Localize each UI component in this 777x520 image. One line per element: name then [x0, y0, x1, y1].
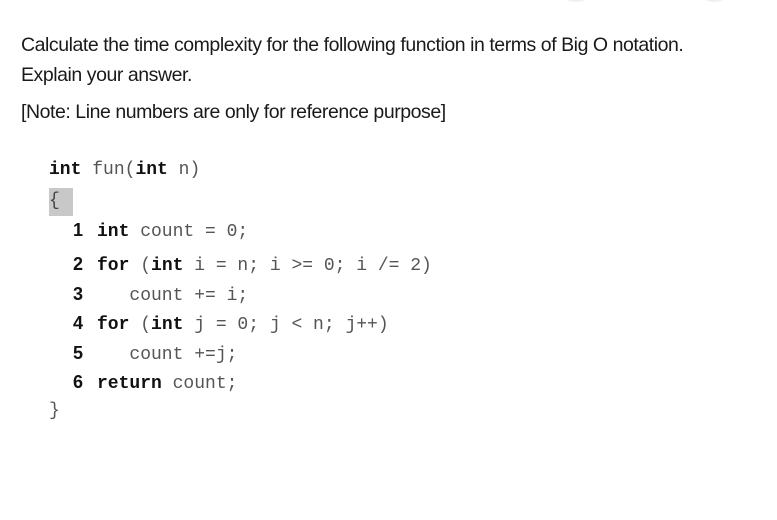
line-number: 2 — [73, 254, 84, 274]
close-paren: ) — [189, 160, 201, 180]
keyword: int — [151, 256, 184, 276]
close-brace-row: } — [49, 398, 60, 424]
code-line: 1 int count = 0; — [73, 217, 248, 243]
code-text: count = 0; — [129, 222, 249, 242]
function-signature: int fun(int n) — [49, 157, 200, 183]
open-brace-highlighted: { — [49, 188, 73, 216]
code-line: 2 for (int i = n; i >= 0; i /= 2) — [73, 251, 432, 277]
code-text: count; — [161, 374, 238, 394]
prompt-line-1: Calculate the time complexity for the fo… — [21, 34, 684, 56]
code-line: 6 return count; — [73, 369, 237, 395]
reference-note: [Note: Line numbers are only for referen… — [21, 101, 446, 123]
param-name: n — [178, 160, 190, 180]
keyword: int — [97, 222, 130, 242]
code-text: count +=j; — [97, 345, 238, 365]
code-text: j = 0; j < n; j++) — [183, 315, 389, 335]
line-number: 4 — [73, 313, 84, 333]
code-line: 3 count += i; — [73, 281, 248, 307]
line-number: 1 — [73, 220, 84, 240]
prompt-line-2: Explain your answer. — [21, 64, 192, 86]
code-text: ( — [129, 256, 152, 276]
code-text: i = n; i >= 0; i /= 2) — [183, 256, 432, 276]
question-prompt: Calculate the time complexity for the fo… — [21, 30, 761, 90]
param-type: int — [135, 160, 168, 180]
open-paren: ( — [124, 160, 136, 180]
line-number: 3 — [73, 284, 84, 304]
keyword: for — [97, 315, 130, 335]
return-type: int — [49, 160, 82, 180]
keyword: return — [97, 374, 162, 394]
keyword: for — [97, 256, 130, 276]
decorative-shadow — [566, 0, 586, 2]
code-line: 5 count +=j; — [73, 340, 237, 366]
function-name: fun — [92, 160, 125, 180]
code-text: count += i; — [97, 286, 249, 306]
keyword: int — [151, 315, 184, 335]
line-number: 6 — [73, 372, 84, 392]
decorative-shadow — [704, 0, 724, 2]
close-brace: } — [49, 401, 60, 421]
code-text: ( — [129, 315, 152, 335]
open-brace-row: { — [49, 188, 73, 216]
code-line: 4 for (int j = 0; j < n; j++) — [73, 310, 389, 336]
line-number: 5 — [73, 343, 84, 363]
